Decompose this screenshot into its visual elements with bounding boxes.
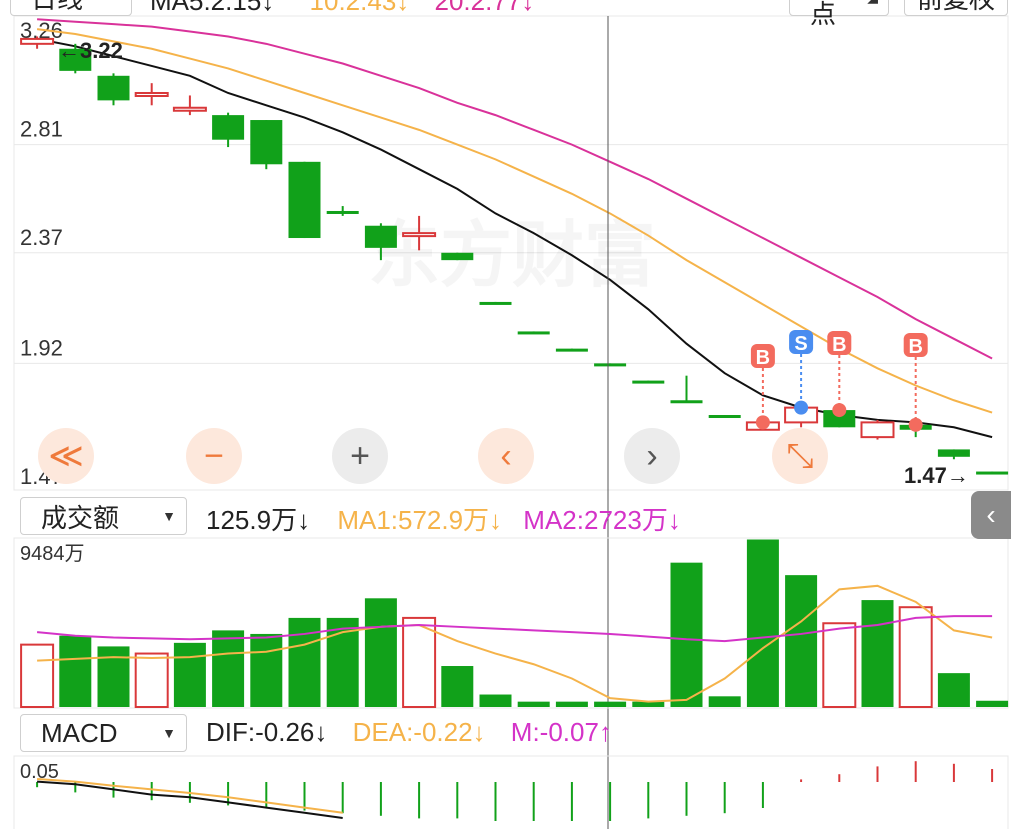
ma20-legend: 20:2.77↓ <box>434 0 535 16</box>
watermark-text: 东方财富 <box>368 213 656 297</box>
volume-bar-down <box>670 562 703 707</box>
candle-body-down <box>937 449 970 457</box>
kline-chart-canvas[interactable]: 3.262.812.371.921.47东方财富BS B B←3.221.47→94… <box>0 0 1024 834</box>
volume-indicator-selector[interactable]: 成交额 ▼ <box>20 497 187 535</box>
volume-bar-down <box>555 701 588 707</box>
candle-body-down <box>479 301 512 305</box>
candle-body-down <box>212 115 245 140</box>
scroll-left-button[interactable]: ‹ <box>478 428 534 484</box>
mode-label: BK点 <box>810 0 837 29</box>
macd-indicator-selector[interactable]: MACD ▼ <box>20 714 187 752</box>
volume-bar-down <box>976 700 1009 707</box>
volume-bar-up <box>822 622 857 708</box>
zoom-in-button[interactable]: + <box>332 428 388 484</box>
candle-body-up <box>134 91 169 97</box>
volume-bar-down <box>288 617 321 707</box>
period-label: 日线 <box>31 0 83 16</box>
macd-dea: DEA:-0.22↓ <box>352 717 486 747</box>
dropdown-arrow-icon: ▼ <box>162 725 176 741</box>
dropdown-arrow-icon: ▼ <box>162 508 176 524</box>
volume-legend: 125.9万↓ MA1:572.9万↓ MA2:2723万↓ <box>206 500 681 537</box>
zoom-out-button[interactable]: − <box>186 428 242 484</box>
collapse-sidebar-button[interactable]: ‹ <box>971 491 1011 539</box>
scroll-right-button[interactable]: › <box>624 428 680 484</box>
signal-dot <box>794 400 809 415</box>
low-price-marker: 1.47→ <box>904 463 969 488</box>
macd-m: M:-0.07↑ <box>510 717 612 747</box>
ma-legend: MA5:2.15↓ 10:2.43↓ 20:2.77↓ <box>150 0 534 17</box>
candle-body-up <box>172 106 207 112</box>
price-tick-label: 1.92 <box>20 335 63 360</box>
candle-body-down <box>250 120 283 165</box>
volume-bar-down <box>173 642 206 707</box>
volume-bar-up <box>20 643 55 708</box>
volume-bar-down <box>594 701 627 707</box>
macd-panel-frame <box>13 755 1009 834</box>
candle-body-up <box>402 232 437 238</box>
ma20-line <box>37 18 993 360</box>
candle-body-down <box>555 348 588 352</box>
volume-ma2: MA2:2723万↓ <box>523 505 681 535</box>
candle-body-down <box>632 380 665 384</box>
macd-indicator-label: MACD <box>41 717 118 748</box>
volume-bar-up <box>134 652 169 709</box>
volume-bar-down <box>441 666 474 707</box>
stock-chart-view: 3.26 2.81 2.37 1.92 1.47 东方财富 B S B B ←3.22 1.47→ 94… <box>0 0 1024 834</box>
candle-body-down <box>97 75 130 101</box>
ma10-legend: 10:2.43↓ <box>309 0 410 16</box>
candle-body-down <box>670 400 703 404</box>
candle-body-down <box>364 225 397 248</box>
candle-body-down <box>708 415 741 419</box>
signal-badge-label: B <box>908 336 922 358</box>
high-price-marker: ←3.22 <box>58 38 123 63</box>
volume-bar-up <box>898 606 933 708</box>
volume-bar-down <box>97 646 130 707</box>
period-selector[interactable]: 日线 <box>10 0 132 16</box>
volume-bar-down <box>517 701 550 707</box>
volume-max-label: 9484万 <box>20 543 85 565</box>
signal-badge-label: B <box>756 347 770 369</box>
adjust-label: 前复权 <box>917 0 995 16</box>
candle-body-down <box>326 210 359 214</box>
volume-bar-down <box>364 598 397 707</box>
candle-body-down <box>976 471 1009 475</box>
volume-bar-down <box>937 673 970 707</box>
volume-bar-down <box>479 694 512 707</box>
volume-bar-up <box>402 616 437 709</box>
signal-badge-label: B <box>832 334 846 356</box>
dropdown-arrow-icon: ◢ <box>867 0 878 6</box>
candle-body-down <box>441 252 474 261</box>
volume-ma1: MA1:572.9万↓ <box>337 505 503 535</box>
macd-legend: DIF:-0.26↓ DEA:-0.22↓ M:-0.07↑ <box>206 717 612 748</box>
signal-dot <box>832 403 847 418</box>
ma5-legend: MA5:2.15↓ <box>150 0 275 16</box>
volume-bar-down <box>861 600 894 707</box>
signal-dot <box>908 417 923 432</box>
candle-body-up <box>860 421 895 439</box>
volume-bar-down <box>785 575 818 707</box>
volume-value: 125.9万↓ <box>206 505 311 535</box>
chevron-left-icon: ‹ <box>986 499 996 530</box>
scroll-fast-left-button[interactable]: ≪ <box>38 428 94 484</box>
price-tick-label: 2.81 <box>20 117 63 142</box>
volume-indicator-label: 成交额 <box>41 502 120 533</box>
expand-button[interactable]: ⤡ <box>772 428 828 484</box>
adjust-selector[interactable]: 前复权 <box>904 0 1008 16</box>
volume-bar-down <box>708 696 741 707</box>
volume-bar-down <box>746 539 779 707</box>
signal-dot <box>755 415 770 430</box>
macd-dif: DIF:-0.26↓ <box>206 717 328 747</box>
price-tick-label: 2.37 <box>20 225 63 250</box>
candle-body-down <box>288 161 321 239</box>
candle-body-up <box>20 37 55 45</box>
volume-bar-down <box>59 635 92 707</box>
volume-bar-down <box>212 630 245 707</box>
volume-bar-down <box>250 633 283 707</box>
candle-body-down <box>517 331 550 335</box>
candle-body-down <box>594 363 627 367</box>
mode-selector[interactable]: BK点 ◢ <box>789 0 889 29</box>
signal-badge-label: S <box>794 333 807 355</box>
